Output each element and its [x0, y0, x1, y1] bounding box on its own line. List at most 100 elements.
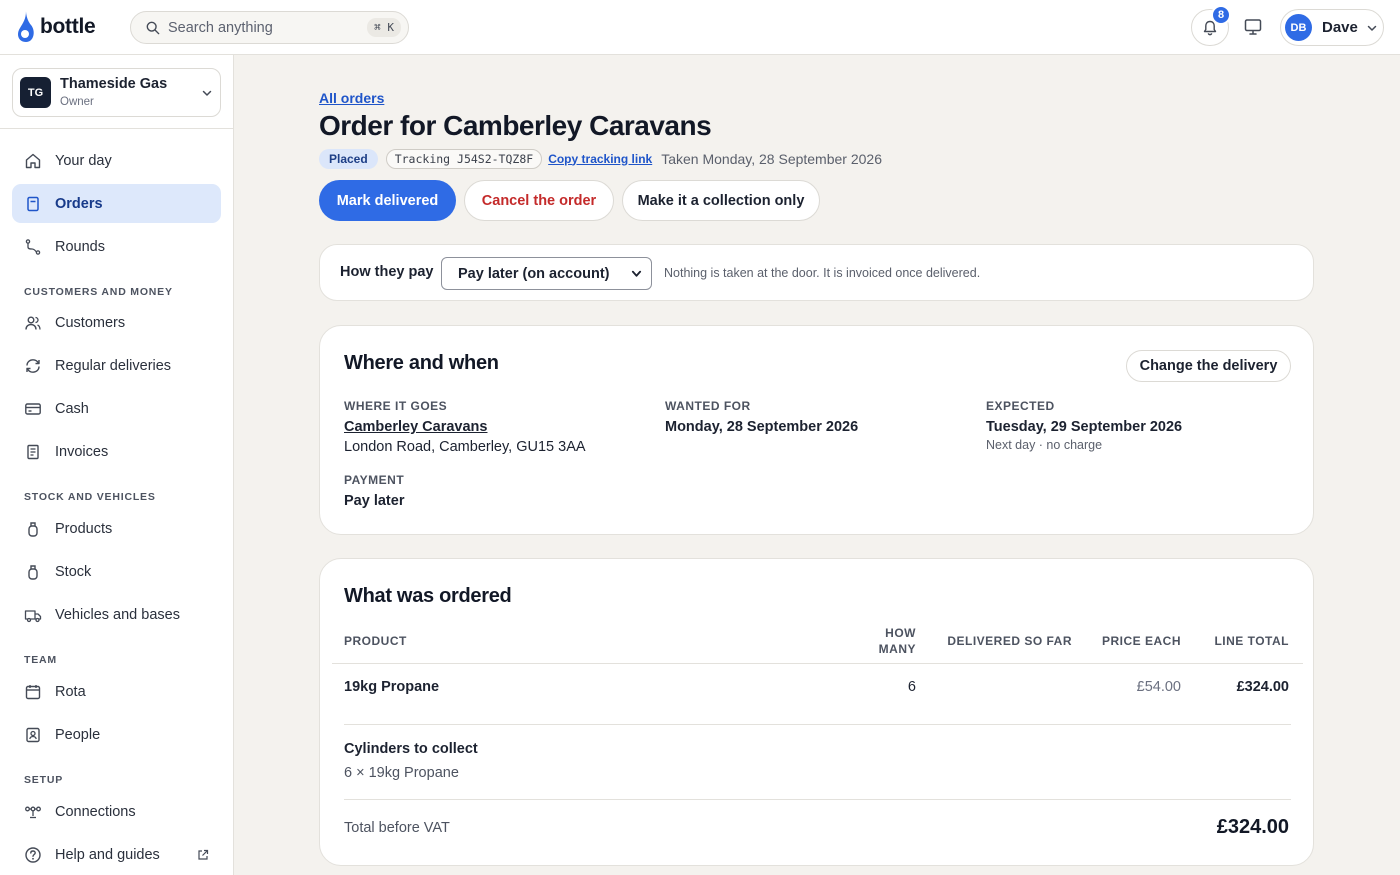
notification-count-badge: 8 — [1211, 5, 1231, 25]
all-orders-link[interactable]: All orders — [319, 90, 384, 106]
column-header-line-total: LINE TOTAL — [1214, 634, 1289, 648]
connections-icon — [25, 806, 41, 818]
badge-icon — [26, 727, 40, 742]
section-team: TEAM — [24, 654, 57, 666]
sidebar-item-orders[interactable]: Orders — [12, 184, 221, 223]
sidebar-item-vehicles-and-bases[interactable]: Vehicles and bases — [12, 595, 221, 634]
section-stock-and-vehicles: STOCK AND VEHICLES — [24, 491, 156, 503]
sidebar-item-connections[interactable]: Connections — [12, 792, 221, 831]
search-placeholder: Search anything — [168, 19, 273, 36]
column-header-product: PRODUCT — [344, 634, 407, 648]
search-input[interactable]: Search anything ⌘ K — [130, 11, 409, 44]
row-price: £54.00 — [1136, 679, 1181, 695]
expected-note: Next day · no charge — [986, 438, 1103, 452]
where-it-goes-label: WHERE IT GOES — [344, 399, 448, 413]
column-header-how-many-line1: HOW — [885, 626, 916, 640]
top-bar: bottle Search anything ⌘ K 8 DB Dave — [0, 0, 1400, 55]
sidebar-item-rota[interactable]: Rota — [12, 672, 221, 711]
payment-value: Pay later — [344, 493, 405, 509]
sidebar-item-stock[interactable]: Stock — [12, 552, 221, 591]
sidebar-item-customers[interactable]: Customers — [12, 303, 221, 342]
column-header-how-many: HOW MANY — [879, 626, 916, 656]
status-badge: Placed — [319, 148, 378, 169]
search-icon — [146, 21, 160, 34]
people-icon — [25, 316, 41, 330]
section-setup: SETUP — [24, 774, 64, 786]
sidebar: TG Thameside Gas Owner Your day Orders R… — [0, 55, 234, 875]
page-title: Order for Camberley Caravans — [319, 110, 712, 141]
sidebar-item-label: Your day — [55, 152, 112, 169]
column-header-delivered: DELIVERED SO FAR — [947, 634, 1072, 648]
sidebar-item-people[interactable]: People — [12, 715, 221, 754]
tracking-code: Tracking J54S2-TQZ8F — [385, 148, 543, 169]
total-value: £324.00 — [1216, 816, 1289, 838]
column-header-how-many-line2: MANY — [878, 642, 916, 656]
sidebar-item-label: Connections — [55, 803, 136, 820]
card-title: Where and when — [344, 352, 499, 374]
avatar: DB — [1285, 14, 1312, 41]
wanted-for-value: Monday, 28 September 2026 — [665, 419, 859, 435]
logo[interactable]: bottle — [16, 10, 96, 44]
section-customers-and-money: CUSTOMERS AND MONEY — [24, 286, 173, 298]
sidebar-item-invoices[interactable]: Invoices — [12, 432, 221, 471]
copy-tracking-link[interactable]: Copy tracking link — [548, 152, 652, 166]
sidebar-item-label: Products — [55, 520, 113, 537]
help-icon — [25, 846, 41, 863]
what-was-ordered-card: What was ordered PRODUCT HOW MANY DELIVE… — [319, 558, 1314, 866]
cancel-order-button[interactable]: Cancel the order — [464, 180, 614, 221]
mark-delivered-button[interactable]: Mark delivered — [319, 180, 456, 221]
table-header-divider — [332, 663, 1303, 664]
sidebar-item-label: Orders — [55, 195, 103, 212]
org-name: Thameside Gas — [60, 76, 168, 92]
change-delivery-button[interactable]: Change the delivery — [1126, 350, 1291, 382]
collection-only-button[interactable]: Make it a collection only — [622, 180, 820, 221]
payment-method-label: How they pay — [340, 264, 434, 280]
sidebar-item-your-day[interactable]: Your day — [12, 141, 221, 180]
column-header-price: PRICE EACH — [1101, 634, 1181, 648]
org-role: Owner — [60, 96, 94, 108]
chevron-down-icon — [631, 270, 642, 277]
org-switcher[interactable]: TG Thameside Gas Owner — [12, 68, 221, 117]
sidebar-item-label: Vehicles and bases — [55, 606, 180, 623]
user-name: Dave — [1322, 19, 1358, 36]
calendar-icon — [25, 684, 41, 699]
sidebar-item-label: Customers — [55, 314, 126, 331]
external-link-icon — [198, 849, 209, 860]
payment-method-card: How they pay Pay later (on account) Noth… — [319, 244, 1314, 301]
wanted-for-label: WANTED FOR — [665, 399, 751, 413]
cylinder-icon — [28, 521, 38, 537]
cylinders-to-collect-text: 6 × 19kg Propane — [344, 765, 459, 781]
row-line-total: £324.00 — [1236, 679, 1289, 695]
sidebar-item-cash[interactable]: Cash — [12, 389, 221, 428]
sidebar-item-label: Cash — [55, 400, 89, 417]
monitor-icon[interactable] — [1243, 17, 1263, 37]
route-icon — [25, 238, 41, 255]
expected-label: EXPECTED — [986, 399, 1055, 413]
sidebar-divider — [0, 128, 233, 129]
sidebar-item-products[interactable]: Products — [12, 509, 221, 548]
repeat-icon — [26, 358, 40, 373]
logo-text: bottle — [40, 15, 96, 38]
sidebar-item-label: Regular deliveries — [55, 357, 172, 374]
order-meta: Placed Tracking J54S2-TQZ8F Copy trackin… — [319, 148, 882, 169]
total-label: Total before VAT — [344, 820, 450, 836]
search-shortcut: ⌘ K — [367, 18, 401, 37]
payment-label: PAYMENT — [344, 473, 405, 487]
sidebar-item-help-and-guides[interactable]: Help and guides — [12, 835, 221, 874]
payment-method-select[interactable]: Pay later (on account) — [441, 257, 652, 290]
sidebar-item-regular-deliveries[interactable]: Regular deliveries — [12, 346, 221, 385]
taken-date: Taken Monday, 28 September 2026 — [661, 150, 882, 167]
delivery-address: London Road, Camberley, GU15 3AA — [344, 439, 586, 455]
orders-icon — [27, 196, 39, 211]
row-quantity: 6 — [907, 679, 916, 695]
sidebar-item-label: Rota — [55, 683, 86, 700]
chevron-down-icon — [1367, 25, 1377, 31]
sidebar-item-rounds[interactable]: Rounds — [12, 227, 221, 266]
payment-method-value: Pay later (on account) — [458, 265, 610, 282]
sidebar-item-label: Help and guides — [55, 846, 160, 863]
drop-logo-icon — [18, 11, 34, 42]
customer-link[interactable]: Camberley Caravans — [344, 419, 487, 435]
payment-hint: Nothing is taken at the door. It is invo… — [664, 266, 981, 280]
user-menu[interactable]: DB Dave — [1280, 9, 1384, 46]
cylinder-icon — [28, 564, 38, 580]
